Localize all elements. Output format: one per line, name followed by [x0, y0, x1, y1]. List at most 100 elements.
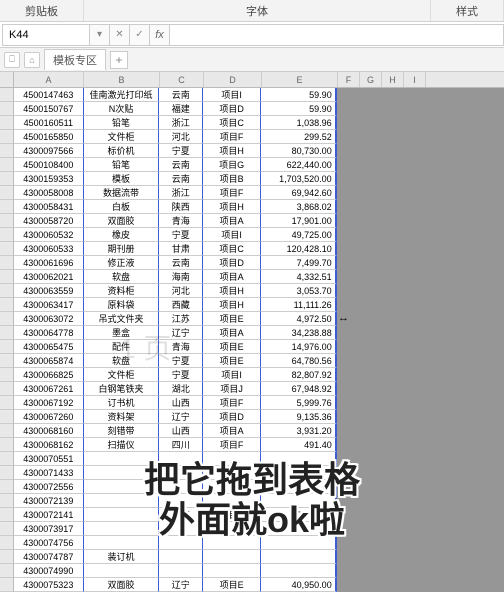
table-row[interactable]: 4500160511铅笔浙江项目C1,038.96 — [0, 116, 504, 130]
cell[interactable] — [261, 564, 337, 578]
namebox-dropdown[interactable]: ▾ — [90, 24, 110, 46]
cell[interactable]: 西藏 — [159, 298, 203, 312]
cell[interactable]: 陕西 — [159, 200, 203, 214]
cell[interactable] — [84, 480, 160, 494]
cell[interactable]: 4500108400 — [14, 158, 84, 172]
confirm-icon[interactable]: ✓ — [130, 24, 150, 46]
row-header[interactable] — [0, 424, 14, 438]
table-row[interactable]: 4300058720双面胶青海项目A17,901.00 — [0, 214, 504, 228]
cancel-icon[interactable]: ✕ — [110, 24, 130, 46]
cell[interactable]: 17,901.00 — [261, 214, 337, 228]
cell[interactable]: 甘肃 — [159, 242, 203, 256]
cell[interactable]: 4300075323 — [14, 578, 84, 592]
cell[interactable]: 项目C — [203, 242, 261, 256]
row-header[interactable] — [0, 550, 14, 564]
col-header-d[interactable]: D — [204, 72, 262, 87]
row-header[interactable] — [0, 102, 14, 116]
cell[interactable]: 辽宁 — [159, 578, 203, 592]
cell[interactable]: 白钢笔铁夹 — [84, 382, 160, 396]
cell[interactable]: 5,999.76 — [261, 396, 337, 410]
row-header[interactable] — [0, 466, 14, 480]
cell[interactable]: 3,053.70 — [261, 284, 337, 298]
cell[interactable]: 项目F — [203, 186, 261, 200]
cell[interactable] — [203, 452, 261, 466]
cell[interactable] — [159, 480, 203, 494]
cell[interactable]: 4300064778 — [14, 326, 84, 340]
cell[interactable] — [159, 536, 203, 550]
table-row[interactable]: 4300070551 — [0, 452, 504, 466]
cell[interactable]: 项目E — [203, 354, 261, 368]
cell[interactable]: 3,931.20 — [261, 424, 337, 438]
cell[interactable]: 资料柜 — [84, 284, 160, 298]
cell[interactable]: 吊式文件夹 — [84, 312, 160, 326]
cell[interactable]: 4500150767 — [14, 102, 84, 116]
cell[interactable]: 4300072556 — [14, 480, 84, 494]
cell[interactable]: 4300065475 — [14, 340, 84, 354]
cell[interactable]: 59.90 — [261, 102, 337, 116]
cell[interactable]: 湖南 — [159, 508, 203, 522]
cell[interactable]: 项目E — [203, 578, 261, 592]
table-row[interactable]: 4300063559资料柜河北项目H3,053.70 — [0, 284, 504, 298]
cell[interactable]: 白板 — [84, 200, 160, 214]
cell[interactable]: 订书机 — [84, 396, 160, 410]
cell[interactable]: 福建 — [159, 102, 203, 116]
cell[interactable]: 4300063072 — [14, 312, 84, 326]
cell[interactable] — [203, 480, 261, 494]
cell[interactable]: 项目A — [203, 214, 261, 228]
cell[interactable] — [261, 536, 337, 550]
cell[interactable] — [159, 466, 203, 480]
cell[interactable]: 491.40 — [261, 438, 337, 452]
cell[interactable]: 青海 — [159, 214, 203, 228]
row-header[interactable] — [0, 508, 14, 522]
cell[interactable]: 4300159353 — [14, 172, 84, 186]
cell[interactable]: 软盘 — [84, 354, 160, 368]
cell[interactable]: 装订机 — [84, 550, 160, 564]
cell[interactable]: 项目E — [203, 340, 261, 354]
row-header[interactable] — [0, 368, 14, 382]
row-header[interactable] — [0, 242, 14, 256]
cell[interactable]: 云南 — [159, 172, 203, 186]
cell[interactable]: 墨盒 — [84, 326, 160, 340]
cell[interactable]: 项目A — [203, 508, 261, 522]
cell[interactable]: 82,807.92 — [261, 368, 337, 382]
row-header[interactable] — [0, 522, 14, 536]
table-row[interactable]: 4300097566标价机宁夏项目H80,730.00 — [0, 144, 504, 158]
table-row[interactable]: 4300067260资料架辽宁项目D9,135.36 — [0, 410, 504, 424]
cell[interactable]: 299.52 — [261, 130, 337, 144]
cell[interactable] — [159, 564, 203, 578]
cell[interactable]: 4300070551 — [14, 452, 84, 466]
cell[interactable]: 项目F — [203, 130, 261, 144]
row-header[interactable] — [0, 214, 14, 228]
row-header[interactable] — [0, 284, 14, 298]
cell[interactable]: 4300074787 — [14, 550, 84, 564]
cell[interactable] — [159, 452, 203, 466]
table-row[interactable]: 4300074990 — [0, 564, 504, 578]
cell[interactable]: 项目D — [203, 256, 261, 270]
cell[interactable]: 宁夏 — [159, 354, 203, 368]
cell[interactable]: 4300068160 — [14, 424, 84, 438]
table-row[interactable]: 4300065475配件青海项目E14,976.00 — [0, 340, 504, 354]
table-row[interactable]: 4500147463佳南激光打印纸云南项目I59.90 — [0, 88, 504, 102]
row-header[interactable] — [0, 116, 14, 130]
cell[interactable] — [261, 466, 337, 480]
cell[interactable]: 4300067260 — [14, 410, 84, 424]
row-header[interactable] — [0, 144, 14, 158]
table-row[interactable]: 4300068162扫描仪四川项目F491.40 — [0, 438, 504, 452]
table-row[interactable]: 4500165850文件柜河北项目F299.52 — [0, 130, 504, 144]
cell[interactable]: 4500160511 — [14, 116, 84, 130]
table-row[interactable]: 4300067261白钢笔铁夹湖北项目J67,948.92 — [0, 382, 504, 396]
table-row[interactable]: 4300063072吊式文件夹江苏项目E4,972.50 — [0, 312, 504, 326]
cell[interactable]: 河北 — [159, 284, 203, 298]
col-header-g[interactable]: G — [360, 72, 382, 87]
cell[interactable] — [84, 564, 160, 578]
col-header-i[interactable]: I — [404, 72, 426, 87]
row-header[interactable] — [0, 172, 14, 186]
cell[interactable]: 山西 — [159, 424, 203, 438]
cell[interactable]: 项目F — [203, 438, 261, 452]
table-row[interactable]: 4500150767N次贴福建项目D59.90 — [0, 102, 504, 116]
row-header[interactable] — [0, 298, 14, 312]
add-sheet-button[interactable]: + — [110, 51, 128, 69]
col-header-a[interactable]: A — [14, 72, 84, 87]
row-header[interactable] — [0, 340, 14, 354]
cell[interactable]: 7,499.70 — [261, 256, 337, 270]
